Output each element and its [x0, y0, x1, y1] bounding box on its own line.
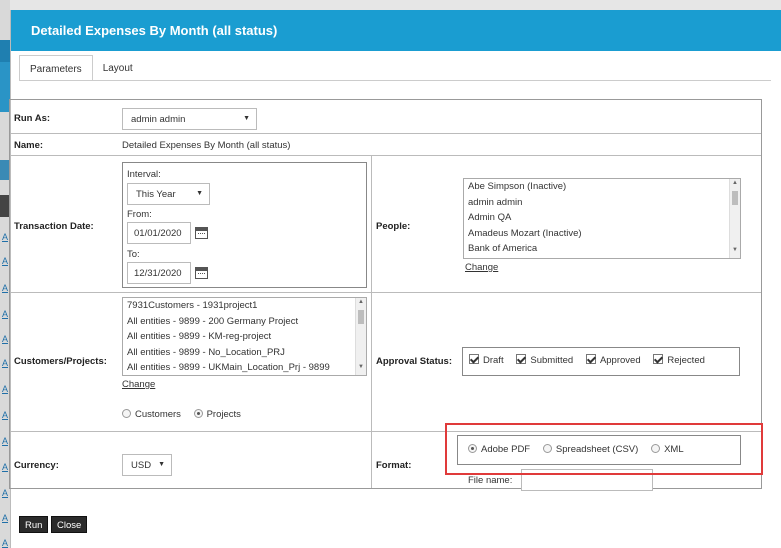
- list-item[interactable]: Bank of America: [464, 241, 740, 257]
- customers-approval-row: Customers/Projects: 7931Customers - 1931…: [10, 293, 761, 432]
- approval-status-box: Draft Submitted Approved Rejected: [462, 347, 740, 376]
- calendar-icon[interactable]: [195, 267, 208, 279]
- projects-radio-label: Projects: [206, 409, 241, 420]
- customers-projects-label: Customers/Projects:: [14, 356, 107, 367]
- people-change-link[interactable]: Change: [465, 262, 498, 273]
- to-date-input[interactable]: 12/31/2020: [127, 262, 191, 284]
- chevron-down-icon: ▼: [158, 461, 165, 468]
- customers-change-link[interactable]: Change: [122, 379, 155, 390]
- tab-bar: Parameters Layout: [19, 55, 143, 81]
- list-item[interactable]: All entities - 9899 - No_Location_PRJ: [123, 345, 366, 361]
- background-link: A: [2, 513, 9, 523]
- run-as-value: admin admin: [131, 114, 186, 125]
- chevron-down-icon: ▼: [243, 115, 250, 122]
- run-as-label: Run As:: [14, 113, 51, 124]
- list-item[interactable]: Admin QA: [464, 210, 740, 226]
- approval-option-label: Submitted: [530, 355, 574, 366]
- scroll-thumb[interactable]: [358, 310, 364, 324]
- background-link: A: [2, 309, 9, 319]
- people-scrollbar[interactable]: ▲ ▼: [729, 179, 740, 258]
- customers-projects-toggle: Customers Projects: [122, 409, 251, 420]
- calendar-icon[interactable]: [195, 227, 208, 239]
- background-link: A: [2, 462, 9, 472]
- interval-value: This Year: [136, 189, 176, 200]
- list-item[interactable]: admin admin: [464, 195, 740, 211]
- currency-value: USD: [131, 460, 152, 471]
- approval-rejected-option[interactable]: Rejected: [653, 354, 705, 366]
- background-block: [0, 40, 10, 62]
- name-row: Name: Detailed Expenses By Month (all st…: [10, 134, 761, 156]
- people-listbox[interactable]: Abe Simpson (Inactive) admin admin Admin…: [463, 178, 741, 259]
- dialog-title: Detailed Expenses By Month (all status): [11, 10, 781, 51]
- list-item[interactable]: All entities - 9899 - 200 Germany Projec…: [123, 314, 366, 330]
- scroll-up-icon[interactable]: ▲: [356, 299, 366, 309]
- checkbox-checked-icon[interactable]: [516, 354, 527, 364]
- format-highlight-box: [445, 423, 763, 475]
- currency-label: Currency:: [14, 460, 59, 471]
- chevron-down-icon: ▼: [196, 190, 203, 197]
- date-people-row: Transaction Date: Interval: This Year ▼ …: [10, 156, 761, 293]
- customers-radio[interactable]: [122, 409, 131, 418]
- approval-approved-option[interactable]: Approved: [585, 354, 641, 366]
- run-as-row: Run As: admin admin ▼: [10, 100, 761, 134]
- list-item[interactable]: Abe Simpson (Inactive): [464, 179, 740, 195]
- tab-divider: [19, 80, 771, 81]
- customers-radio-option[interactable]: Customers: [122, 409, 181, 420]
- to-label: To:: [127, 249, 140, 260]
- approval-option-label: Approved: [599, 355, 641, 366]
- from-label: From:: [127, 209, 152, 220]
- column-divider: [371, 156, 372, 293]
- scroll-down-icon[interactable]: ▼: [356, 364, 366, 374]
- transaction-date-label: Transaction Date:: [14, 221, 94, 232]
- scroll-thumb[interactable]: [732, 191, 738, 205]
- approval-draft-option[interactable]: Draft: [469, 354, 504, 366]
- close-button[interactable]: Close: [51, 516, 88, 533]
- customers-scrollbar[interactable]: ▲ ▼: [355, 298, 366, 375]
- background-link: A: [2, 488, 9, 498]
- people-label: People:: [376, 221, 411, 232]
- format-label: Format:: [376, 460, 412, 471]
- list-item[interactable]: All entities - 9899 - UKMain_Location_Pr…: [123, 360, 366, 375]
- background-link: A: [2, 256, 9, 266]
- list-item[interactable]: Amadeus Mozart (Inactive): [464, 226, 740, 242]
- approval-status-label: Approval Status:: [376, 356, 453, 367]
- background-topbar: [10, 0, 781, 10]
- approval-option-label: Rejected: [667, 355, 705, 366]
- background-link: A: [2, 538, 9, 548]
- checkbox-checked-icon[interactable]: [585, 354, 596, 364]
- projects-radio[interactable]: [193, 409, 203, 418]
- column-divider: [371, 432, 372, 488]
- transaction-date-box: Interval: This Year ▼ From: 01/01/2020 T…: [122, 162, 367, 288]
- background-link: A: [2, 232, 9, 242]
- list-item[interactable]: 7931Customers - 1931project1: [123, 298, 366, 314]
- name-label: Name:: [14, 140, 44, 151]
- column-divider: [371, 293, 372, 432]
- background-link: A: [2, 436, 9, 446]
- list-item[interactable]: All entities - 9899 - KM-reg-project: [123, 329, 366, 345]
- checkbox-checked-icon[interactable]: [653, 354, 664, 364]
- background-link: A: [2, 334, 9, 344]
- scroll-down-icon[interactable]: ▼: [730, 247, 740, 257]
- background-link: A: [2, 358, 9, 368]
- interval-label: Interval:: [127, 169, 161, 180]
- approval-submitted-option[interactable]: Submitted: [516, 354, 573, 366]
- projects-radio-option[interactable]: Projects: [193, 409, 241, 420]
- run-button[interactable]: Run: [19, 516, 49, 533]
- checkbox-checked-icon[interactable]: [469, 354, 479, 364]
- file-name-label: File name:: [468, 475, 513, 486]
- customers-radio-label: Customers: [135, 409, 181, 420]
- run-as-select[interactable]: admin admin ▼: [122, 108, 257, 130]
- from-date-input[interactable]: 01/01/2020: [127, 222, 191, 244]
- tab-parameters[interactable]: Parameters: [19, 55, 93, 81]
- scroll-up-icon[interactable]: ▲: [730, 180, 740, 190]
- approval-option-label: Draft: [483, 355, 504, 366]
- background-link: A: [2, 283, 9, 293]
- interval-select[interactable]: This Year ▼: [127, 183, 210, 205]
- tab-layout[interactable]: Layout: [93, 55, 143, 81]
- name-value: Detailed Expenses By Month (all status): [122, 140, 291, 151]
- background-link: A: [2, 384, 9, 394]
- currency-select[interactable]: USD ▼: [122, 454, 172, 476]
- customers-projects-listbox[interactable]: 7931Customers - 1931project1 All entitie…: [122, 297, 367, 376]
- background-link: A: [2, 410, 9, 420]
